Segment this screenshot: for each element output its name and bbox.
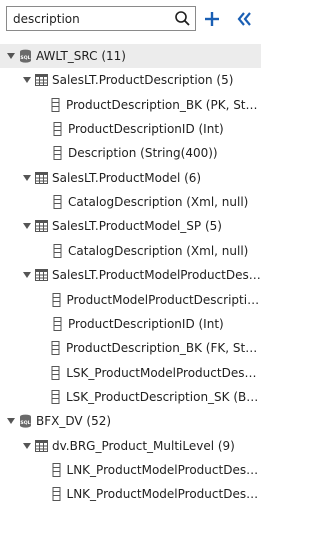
expanded-caret-icon[interactable]: [23, 222, 31, 230]
collapse-panel-button[interactable]: [232, 7, 256, 31]
column-icon: [51, 341, 60, 356]
column-tree-node[interactable]: LSK_ProductDescription_SK (Binary(2…: [0, 385, 261, 409]
column-tree-node[interactable]: LNK_ProductModelProductDescripti…: [0, 482, 261, 506]
column-icon: [53, 122, 62, 137]
plus-icon: [205, 12, 219, 26]
tree-node-label: ProductDescription_BK (FK, String(10…: [65, 341, 261, 356]
column-tree-node[interactable]: LNK_ProductModelProductDescripti…: [0, 458, 261, 482]
column-icon: [51, 365, 60, 380]
column-tree-node[interactable]: ProductModelProductDescription_B…: [0, 288, 261, 312]
column-tree-node[interactable]: Description (String(400)): [0, 141, 261, 165]
table-tree-node[interactable]: SalesLT.ProductModel_SP (5): [0, 214, 261, 238]
search-input[interactable]: [7, 7, 167, 30]
table-icon: [35, 171, 48, 184]
tree-node-label: CatalogDescription (Xml, null): [68, 243, 249, 258]
column-icon: [53, 195, 62, 210]
tree-node-label: Description (String(400)): [68, 146, 218, 161]
column-tree-node[interactable]: ProductDescriptionID (Int): [0, 117, 261, 141]
tree-node-label: LSK_ProductDescription_SK (Binary(2…: [65, 389, 261, 404]
tree-node-label: SalesLT.ProductModel_SP (5): [52, 219, 222, 234]
tree-node-label: SalesLT.ProductModelProductDescripti…: [52, 268, 261, 283]
column-icon: [53, 146, 62, 161]
column-icon: [53, 316, 62, 331]
table-tree-node[interactable]: SalesLT.ProductModelProductDescripti…: [0, 263, 261, 287]
column-icon: [53, 243, 62, 258]
expanded-caret-icon[interactable]: [23, 76, 31, 84]
column-tree-node[interactable]: ProductDescription_BK (FK, String(10…: [0, 336, 261, 360]
tree-node-label: LSK_ProductModelProductDescriptio…: [66, 365, 261, 380]
column-tree-node[interactable]: ProductDescriptionID (Int): [0, 312, 261, 336]
table-tree-node[interactable]: dv.BRG_Product_MultiLevel (9): [0, 434, 261, 458]
expanded-caret-icon[interactable]: [23, 442, 31, 450]
column-icon: [51, 97, 60, 112]
database-tree-node[interactable]: SQL AWLT_SRC (11): [0, 44, 261, 68]
toolbar: [0, 0, 261, 40]
column-tree-node[interactable]: CatalogDescription (Xml, null): [0, 239, 261, 263]
tree-node-label: BFX_DV (52): [36, 414, 112, 429]
column-icon: [52, 292, 61, 307]
table-icon: [35, 439, 48, 452]
table-tree-node[interactable]: SalesLT.ProductModel (6): [0, 166, 261, 190]
expanded-caret-icon[interactable]: [7, 52, 15, 60]
tree-node-label: SalesLT.ProductModel (6): [52, 170, 202, 185]
expanded-caret-icon[interactable]: [23, 271, 31, 279]
expanded-caret-icon[interactable]: [7, 417, 15, 425]
tree-node-label: LNK_ProductModelProductDescripti…: [66, 487, 261, 502]
tree-node-label: SalesLT.ProductDescription (5): [52, 73, 234, 88]
column-tree-node[interactable]: LSK_ProductModelProductDescriptio…: [0, 361, 261, 385]
tree-node-label: ProductDescription_BK (PK, String(10…: [65, 97, 261, 112]
add-button[interactable]: [200, 7, 224, 31]
column-tree-node[interactable]: ProductDescription_BK (PK, String(10…: [0, 93, 261, 117]
column-icon: [52, 487, 61, 502]
column-icon: [51, 389, 60, 404]
table-icon: [35, 74, 48, 87]
database-tree-node[interactable]: SQL BFX_DV (52): [0, 409, 261, 433]
tree-node-label: AWLT_SRC (11): [36, 49, 126, 63]
table-tree-node[interactable]: SalesLT.ProductDescription (5): [0, 68, 261, 92]
sql-database-icon: SQL: [20, 414, 31, 428]
double-chevron-left-icon: [237, 12, 251, 26]
tree-node-label: dv.BRG_Product_MultiLevel (9): [52, 438, 235, 453]
expanded-caret-icon[interactable]: [23, 174, 31, 182]
search-box[interactable]: [6, 6, 196, 31]
sql-database-icon: SQL: [20, 49, 31, 63]
tree-node-label: LNK_ProductModelProductDescripti…: [66, 462, 261, 477]
tree-node-label: ProductDescriptionID (Int): [68, 316, 224, 331]
tree-node-label: ProductModelProductDescription_B…: [66, 292, 261, 307]
svg-text:SQL: SQL: [20, 55, 30, 61]
table-icon: [35, 269, 48, 282]
table-icon: [35, 220, 48, 233]
column-tree-node[interactable]: CatalogDescription (Xml, null): [0, 190, 261, 214]
svg-text:SQL: SQL: [20, 420, 30, 426]
search-icon[interactable]: [174, 10, 191, 27]
column-icon: [52, 462, 61, 477]
tree-node-label: ProductDescriptionID (Int): [68, 122, 224, 137]
tree-node-label: CatalogDescription (Xml, null): [68, 195, 249, 210]
